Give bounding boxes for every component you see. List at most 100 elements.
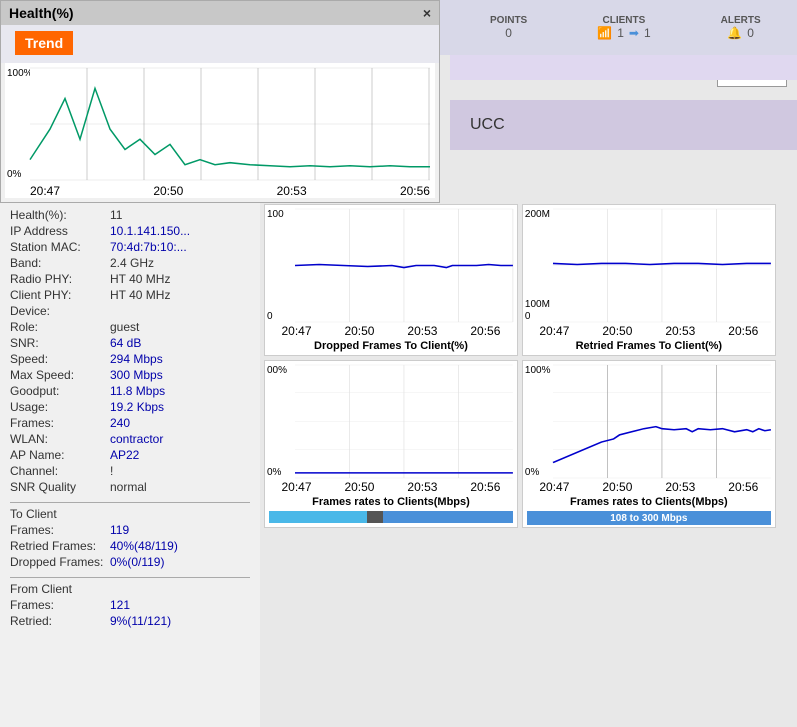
wlan-label: WLAN: [10, 432, 110, 446]
to-client-header: To Client [10, 507, 250, 521]
frames1-x-labels: 20:47 20:50 20:53 20:56 [265, 480, 517, 496]
chart-area [30, 68, 430, 180]
bell-icon: 🔔 [727, 26, 742, 40]
retried-frames-label: Retried Frames To Client(%) [523, 340, 775, 355]
frames2-bar: 108 to 300 Mbps [527, 511, 771, 525]
frames-rates-label-2: Frames rates to Clients(Mbps) [523, 496, 775, 509]
alerts-section: ALERTS 🔔 0 [721, 15, 761, 40]
retried-frames-row: Retried Frames: 40%(48/119) [10, 539, 250, 553]
arrow-icon: ➡ [629, 26, 639, 40]
frames-rates-label-1: Frames rates to Clients(Mbps) [265, 496, 517, 509]
usage-label: Usage: [10, 400, 110, 414]
retried-frames-chart-area: 200M 100M 0 20:47 20:50 20:53 [523, 205, 775, 340]
from-client-frames-label: Frames: [10, 598, 110, 612]
snr-value: 64 dB [110, 336, 141, 350]
from-client-header: From Client [10, 582, 250, 596]
frames2-y-top: 100% [525, 365, 551, 376]
frames-rates-chart-1: 00% 0% 20:47 20:50 20:53 [264, 360, 518, 528]
alerts-value: 0 [747, 26, 754, 40]
frames1-x4: 20:56 [470, 480, 500, 494]
goodput-row: Goodput: 11.8 Mbps [10, 384, 250, 398]
color-bar-1 [269, 511, 513, 523]
client-phy-row: Client PHY: HT 40 MHz [10, 288, 250, 302]
retried-y-top: 200M [525, 209, 550, 220]
frames-rates-chart-2-area: 100% 0% 20:47 20:50 20:53 [523, 361, 775, 496]
snr-row: SNR: 64 dB [10, 336, 250, 350]
speed-row: Speed: 294 Mbps [10, 352, 250, 366]
points-value: 0 [505, 26, 512, 40]
radio-phy-value: HT 40 MHz [110, 272, 170, 286]
channel-row: Channel: ! [10, 464, 250, 478]
sub-header-bar [450, 55, 797, 80]
from-client-retried-row: Retried: 9%(11/121) [10, 614, 250, 628]
ip-value: 10.1.141.150... [110, 224, 190, 238]
ap-name-label: AP Name: [10, 448, 110, 462]
x-label-4: 20:56 [400, 184, 430, 198]
to-client-frames-row: Frames: 119 [10, 523, 250, 537]
radio-phy-label: Radio PHY: [10, 272, 110, 286]
frames1-x1: 20:47 [281, 480, 311, 494]
retried-x1: 20:47 [539, 324, 569, 338]
mac-value: 70:4d:7b:10:... [110, 240, 187, 254]
retried-x-labels: 20:47 20:50 20:53 20:56 [523, 324, 775, 340]
dropped-x-labels: 20:47 20:50 20:53 20:56 [265, 324, 517, 340]
device-label: Device: [10, 304, 110, 318]
frames2-x2: 20:50 [602, 480, 632, 494]
bar-label: 108 to 300 Mbps [610, 513, 687, 524]
frames2-x-labels: 20:47 20:50 20:53 20:56 [523, 480, 775, 496]
dropped-x3: 20:53 [407, 324, 437, 338]
frames2-x1: 20:47 [539, 480, 569, 494]
mac-label: Station MAC: [10, 240, 110, 254]
ip-label: IP Address [10, 224, 110, 238]
dropped-y-bottom: 0 [267, 311, 273, 322]
health-popup-close[interactable]: × [423, 5, 431, 21]
retried-y-bottom: 0 [525, 311, 531, 322]
retried-x4: 20:56 [728, 324, 758, 338]
dropped-y-top: 100 [267, 209, 284, 220]
frames-rates-chart-1-area: 00% 0% 20:47 20:50 20:53 [265, 361, 517, 496]
ucc-label: UCC [470, 116, 505, 134]
dropped-x1: 20:47 [281, 324, 311, 338]
from-client-retried-label: Retried: [10, 614, 110, 628]
wifi-icon: 📶 [597, 26, 612, 40]
to-client-frames-value: 119 [110, 523, 129, 537]
divider-1 [10, 502, 250, 503]
from-client-retried-value: 9%(11/121) [110, 614, 171, 628]
dropped-frames-label: Dropped Frames To Client(%) [265, 340, 517, 355]
max-speed-value: 300 Mbps [110, 368, 163, 382]
mac-row: Station MAC: 70:4d:7b:10:... [10, 240, 250, 254]
clients-section: CLIENTS 📶 1 ➡ 1 [597, 15, 650, 40]
role-value: guest [110, 320, 139, 334]
chart-x-labels: 20:47 20:50 20:53 20:56 [30, 184, 430, 198]
divider-2 [10, 577, 250, 578]
role-row: Role: guest [10, 320, 250, 334]
dropped-frames-chart-area: 100 0 20:47 20:50 20:53 20 [265, 205, 517, 340]
trend-label: Trend [15, 31, 73, 55]
retried-x2: 20:50 [602, 324, 632, 338]
goodput-label: Goodput: [10, 384, 110, 398]
client-phy-value: HT 40 MHz [110, 288, 170, 302]
ap-name-row: AP Name: AP22 [10, 448, 250, 462]
ip-row: IP Address 10.1.141.150... [10, 224, 250, 238]
clients-label: CLIENTS [603, 15, 646, 26]
to-client-frames-label: Frames: [10, 523, 110, 537]
clients-arrow-value: 1 [644, 26, 651, 40]
role-label: Role: [10, 320, 110, 334]
health-popup-header: Health(%) × [1, 1, 439, 25]
retried-frames-value: 40%(48/119) [110, 539, 178, 553]
max-speed-row: Max Speed: 300 Mbps [10, 368, 250, 382]
clients-icons: 📶 1 ➡ 1 [597, 26, 650, 40]
from-client-frames-value: 121 [110, 598, 130, 612]
frames2-x3: 20:53 [665, 480, 695, 494]
wlan-value: contractor [110, 432, 163, 446]
x-label-3: 20:53 [277, 184, 307, 198]
wlan-row: WLAN: contractor [10, 432, 250, 446]
x-label-2: 20:50 [153, 184, 183, 198]
retried-y-mid: 100M [525, 299, 550, 310]
dropped-x4: 20:56 [470, 324, 500, 338]
alerts-label: ALERTS [721, 15, 761, 26]
retried-frames-chart: 200M 100M 0 20:47 20:50 20:53 [522, 204, 776, 356]
health-popup: Health(%) × Trend 100% 0% [0, 0, 440, 203]
band-row: Band: 2.4 GHz [10, 256, 250, 270]
frames2-x4: 20:56 [728, 480, 758, 494]
